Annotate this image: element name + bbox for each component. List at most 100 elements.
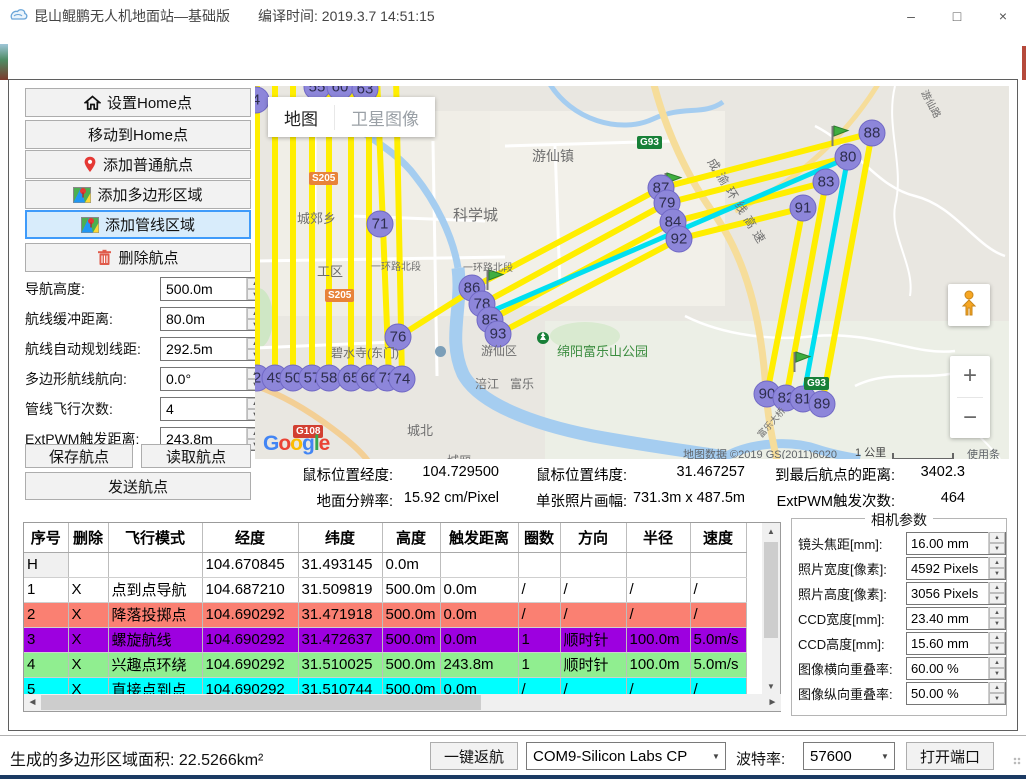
field-value: 60.00 %	[907, 661, 988, 676]
build-time-label: 编译时间: 2019.3.7 14:51:15	[258, 6, 435, 26]
polygon-heading-field-input[interactable]: 0.0°▲▼	[160, 367, 264, 391]
map-canvas[interactable]: 4556063717624950575865667374867885938779…	[255, 86, 1009, 459]
waypoint-marker[interactable]: 91	[790, 195, 817, 222]
scroll-thumb[interactable]	[41, 695, 481, 710]
photo-width-field-input[interactable]: 4592 Pixels▲▼	[906, 557, 1006, 580]
resize-grip[interactable]	[1013, 757, 1023, 767]
set-home-button[interactable]: 设置Home点	[25, 88, 251, 117]
spin-down-icon[interactable]: ▼	[989, 568, 1005, 579]
terms-link[interactable]: 使用条款	[967, 446, 1009, 459]
table-cell: 500.0m	[382, 652, 440, 677]
zoom-out-button[interactable]: −	[950, 398, 990, 439]
waypoint-marker[interactable]: 89	[809, 391, 836, 418]
column-header: 速度	[690, 523, 746, 552]
spin-up-icon[interactable]: ▲	[989, 582, 1005, 593]
serial-port-select[interactable]: COM9-Silicon Labs CP ▼	[526, 742, 726, 770]
add-polygon-area-button[interactable]: 添加多边形区域	[25, 180, 251, 209]
spin-up-icon[interactable]: ▲	[989, 632, 1005, 643]
delete-cell[interactable]: X	[68, 602, 108, 627]
scroll-down-icon[interactable]: ▼	[762, 678, 780, 695]
auto-line-spacing-field-input[interactable]: 292.5m▲▼	[160, 337, 264, 361]
table-cell: 104.690292	[202, 602, 298, 627]
tab-bar: 飞行状态飞机调参航点规划数据波形地面站设置注意事项命令控制台测试页面	[8, 45, 16, 80]
pegman-control[interactable]	[948, 284, 990, 326]
spin-up-icon[interactable]: ▲	[989, 557, 1005, 568]
overlap-horizontal-field-input[interactable]: 60.00 %▲▼	[906, 657, 1006, 680]
spin-down-icon[interactable]: ▼	[989, 668, 1005, 679]
spin-down-icon[interactable]: ▼	[989, 643, 1005, 654]
table-cell: 顺时针	[560, 652, 626, 677]
photo-height-field-input[interactable]: 3056 Pixels▲▼	[906, 582, 1006, 605]
waypoint-marker[interactable]: 74	[389, 366, 416, 393]
table-vertical-scrollbar[interactable]: ▲ ▼	[762, 523, 780, 695]
table-row[interactable]: 3X螺旋航线104.69029231.472637500.0m0.0m1顺时针1…	[24, 627, 746, 652]
add-normal-waypoint-button[interactable]: 添加普通航点	[25, 150, 251, 179]
waypoint-marker[interactable]: 83	[813, 169, 840, 196]
spin-up-icon[interactable]: ▲	[989, 607, 1005, 618]
table-cell: 500.0m	[382, 677, 440, 695]
table-cell: 500.0m	[382, 577, 440, 602]
column-header: 飞行模式	[108, 523, 202, 552]
scroll-thumb[interactable]	[764, 542, 778, 638]
waypoint-marker[interactable]: 88	[859, 120, 886, 147]
spin-up-icon[interactable]: ▲	[989, 657, 1005, 668]
move-to-home-button[interactable]: 移动到Home点	[25, 120, 251, 149]
map-place-label: 游仙镇	[532, 146, 574, 166]
table-row[interactable]: 2X降落投掷点104.69029231.471918500.0m0.0m////	[24, 602, 746, 627]
read-waypoints-button[interactable]: 读取航点	[141, 444, 251, 468]
status-label: 鼠标位置纬度:	[499, 464, 627, 485]
minimize-button[interactable]: –	[888, 0, 934, 32]
spin-down-icon[interactable]: ▼	[989, 543, 1005, 554]
delete-waypoint-button[interactable]: 删除航点	[25, 243, 251, 272]
focal-length-field-input[interactable]: 16.00 mm▲▼	[906, 532, 1006, 555]
add-pipeline-area-button[interactable]: 添加管线区域	[25, 210, 251, 239]
pipeline-pass-count-field-input[interactable]: 4▲▼	[160, 397, 264, 421]
pegman-icon	[958, 290, 980, 321]
save-waypoints-button[interactable]: 保存航点	[25, 444, 133, 468]
delete-cell[interactable]: X	[68, 577, 108, 602]
table-cell: 0.0m	[440, 602, 518, 627]
google-logo-letter: e	[319, 432, 330, 455]
waypoint-marker[interactable]: 92	[666, 226, 693, 253]
overlap-vertical-field-input[interactable]: 50.00 %▲▼	[906, 682, 1006, 705]
waypoint-table: 序号删除飞行模式经度纬度高度触发距离圈数方向半径速度H104.67084531.…	[23, 522, 781, 712]
delete-cell[interactable]: X	[68, 652, 108, 677]
scroll-up-icon[interactable]: ▲	[762, 523, 780, 540]
route-buffer-field-input[interactable]: 80.0m▲▼	[160, 307, 264, 331]
return-home-button[interactable]: 一键返航	[430, 742, 518, 770]
table-row[interactable]: 1X点到点导航104.68721031.509819500.0m0.0m////	[24, 577, 746, 602]
close-button[interactable]: ×	[980, 0, 1026, 32]
table-cell: 2	[24, 602, 68, 627]
map-place-label: 城郊乡	[297, 208, 336, 227]
delete-cell[interactable]: X	[68, 677, 108, 695]
ccd-width-field-input[interactable]: 23.40 mm▲▼	[906, 607, 1006, 630]
table-horizontal-scrollbar[interactable]: ◄ ►	[24, 694, 781, 711]
table-row[interactable]: 5X直接点到点104.69029231.510744500.0m0.0m////	[24, 677, 746, 695]
nav-altitude-field-input[interactable]: 500.0m▲▼	[160, 277, 264, 301]
spin-up-icon[interactable]: ▲	[989, 682, 1005, 693]
baud-rate-select[interactable]: 57600 ▼	[803, 742, 895, 770]
waypoint-marker[interactable]: 80	[835, 144, 862, 171]
open-port-button[interactable]: 打开端口	[906, 742, 994, 770]
table-cell: /	[690, 677, 746, 695]
map-type-satellite-button[interactable]: 卫星图像	[334, 105, 435, 130]
spin-up-icon[interactable]: ▲	[989, 532, 1005, 543]
spin-down-icon[interactable]: ▼	[989, 693, 1005, 704]
table-row[interactable]: H104.67084531.4931450.0m	[24, 552, 746, 577]
map-type-map-button[interactable]: 地图	[268, 105, 334, 130]
table-cell	[626, 552, 690, 577]
table-row[interactable]: 4X兴趣点环绕104.69029231.510025500.0m243.8m1顺…	[24, 652, 746, 677]
serial-port-value: COM9-Silicon Labs CP	[527, 748, 707, 765]
waypoint-marker[interactable]: 71	[367, 211, 394, 238]
send-waypoints-button[interactable]: 发送航点	[25, 472, 251, 500]
google-logo: Google	[263, 432, 329, 456]
spin-down-icon[interactable]: ▼	[989, 618, 1005, 629]
spin-down-icon[interactable]: ▼	[989, 593, 1005, 604]
delete-cell[interactable]: X	[68, 627, 108, 652]
map-place-label: 城北	[407, 420, 433, 439]
ccd-height-field-input[interactable]: 15.60 mm▲▼	[906, 632, 1006, 655]
scroll-left-icon[interactable]: ◄	[24, 694, 41, 711]
maximize-button[interactable]: □	[934, 0, 980, 32]
scroll-right-icon[interactable]: ►	[764, 694, 781, 711]
zoom-in-button[interactable]: +	[950, 356, 990, 397]
